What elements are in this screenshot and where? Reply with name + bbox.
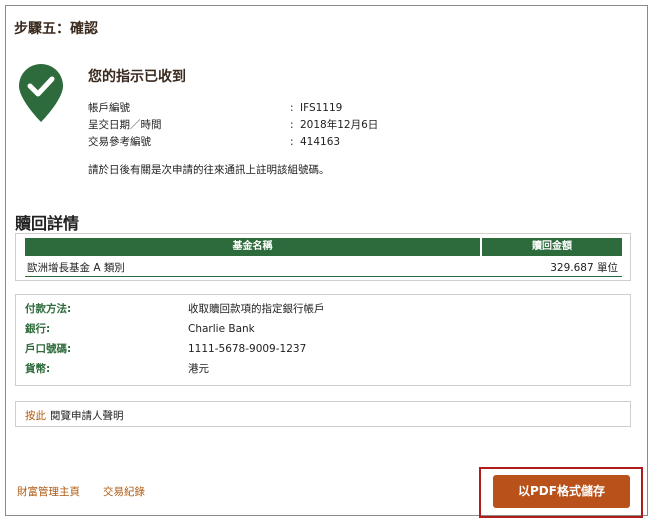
header-fund-name: 基金名稱 xyxy=(25,238,480,256)
step-title: 步驟五：確認 xyxy=(14,21,98,37)
info-label: 呈交日期／時間 xyxy=(88,119,162,131)
info-label: 交易參考編號 xyxy=(88,136,151,148)
info-label: 帳戶編號 xyxy=(88,102,130,114)
payment-value: Charlie Bank xyxy=(188,323,255,335)
table-row: 歐洲增長基金 A 類別 329.687 單位 xyxy=(25,257,622,277)
transaction-history-link[interactable]: 交易紀錄 xyxy=(103,484,145,499)
redemption-table: 基金名稱 贖回金額 歐洲增長基金 A 類別 329.687 單位 xyxy=(15,233,631,281)
fund-name-cell: 歐洲增長基金 A 類別 xyxy=(27,262,125,274)
declaration-link[interactable]: 按此 xyxy=(25,408,46,423)
payment-method-row: 付款方法: 收取贖回款項的指定銀行帳戶 xyxy=(16,300,630,318)
table-header: 基金名稱 贖回金額 xyxy=(25,238,622,256)
account-number-row: 戶口號碼: 1111-5678-9009-1237 xyxy=(16,340,630,358)
payment-value: 1111-5678-9009-1237 xyxy=(188,343,307,355)
info-colon: : xyxy=(290,119,294,131)
payment-label: 付款方法: xyxy=(25,303,72,315)
info-value: 414163 xyxy=(300,136,341,148)
declaration-box: 按此 閱覽申請人聲明 xyxy=(15,401,631,427)
wealth-home-link[interactable]: 財富管理主頁 xyxy=(17,484,80,499)
header-redemption-amount: 贖回金額 xyxy=(482,238,622,256)
info-row-account: 帳戶編號 : IFS1119 xyxy=(88,100,388,117)
bank-row: 銀行: Charlie Bank xyxy=(16,320,630,338)
payment-label: 戶口號碼: xyxy=(25,343,72,355)
info-colon: : xyxy=(290,102,294,114)
payment-value: 港元 xyxy=(188,363,209,375)
save-as-pdf-button[interactable]: 以PDF格式儲存 xyxy=(493,475,630,508)
fund-amount-cell: 329.687 單位 xyxy=(550,262,618,274)
currency-row: 貨幣: 港元 xyxy=(16,360,630,378)
confirmation-info: 帳戶編號 : IFS1119 呈交日期／時間 : 2018年12月6日 交易參考… xyxy=(88,100,388,151)
declaration-text: 閱覽申請人聲明 xyxy=(50,410,124,422)
payment-details: 付款方法: 收取贖回款項的指定銀行帳戶 銀行: Charlie Bank 戶口號… xyxy=(15,294,631,386)
page-frame: 步驟五：確認 您的指示已收到 帳戶編號 : IFS1119 呈交日期／時間 : … xyxy=(5,5,648,518)
checkmark-pin-icon xyxy=(19,64,63,122)
info-value: IFS1119 xyxy=(300,102,343,114)
payment-label: 貨幣: xyxy=(25,363,51,375)
redemption-section-title: 贖回詳情 xyxy=(15,214,80,233)
payment-value: 收取贖回款項的指定銀行帳戶 xyxy=(188,303,325,315)
payment-label: 銀行: xyxy=(25,323,51,335)
info-row-submit-date: 呈交日期／時間 : 2018年12月6日 xyxy=(88,117,388,134)
info-colon: : xyxy=(290,136,294,148)
reference-note: 請於日後有關是次申請的往來通訊上註明該組號碼。 xyxy=(88,164,330,176)
info-row-reference: 交易參考編號 : 414163 xyxy=(88,134,388,151)
confirmation-title: 您的指示已收到 xyxy=(88,69,186,85)
info-value: 2018年12月6日 xyxy=(300,119,379,131)
